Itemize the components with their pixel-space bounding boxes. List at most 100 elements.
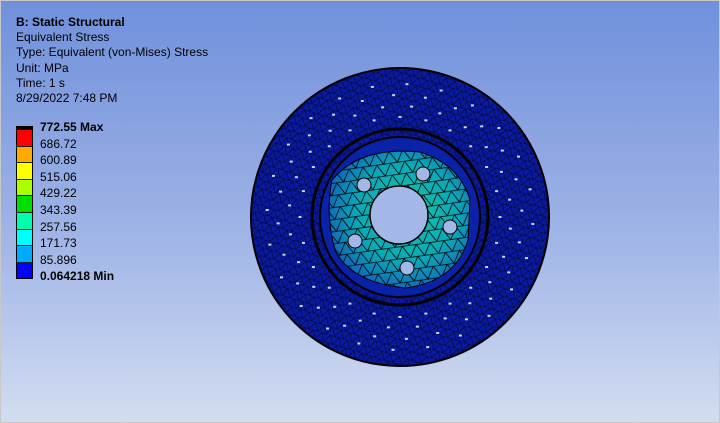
drilled-hole [528,188,532,191]
hub-stress-region [328,150,471,289]
drilled-hole [328,129,332,132]
drilled-hole [488,281,492,284]
drilled-hole [372,119,376,122]
analysis-title: B: Static Structural [16,15,125,29]
legend-swatch [17,212,32,230]
bolt-hole [415,166,431,182]
drilled-hole [398,316,402,318]
drilled-hole [423,96,427,99]
drilled-hole [268,243,272,246]
legend-swatch [17,146,32,164]
drilled-hole [326,327,330,330]
drilled-hole [307,134,311,137]
drilled-hole [495,241,499,244]
drilled-hole [520,209,524,212]
drilled-hole [508,227,512,230]
bolt-hole [356,177,372,193]
drilled-hole [510,288,514,291]
drilled-hole [517,241,521,244]
drilled-hole [485,166,489,168]
drilled-hole [469,145,473,148]
drilled-hole [373,335,377,338]
legend-label: 85.896 [40,252,77,267]
drilled-hole [312,285,316,288]
drilled-hole [348,129,352,132]
drilled-hole [500,149,504,152]
drilled-hole [480,125,484,128]
legend-swatch [17,130,32,147]
drilled-hole [297,261,301,264]
result-type: Type: Equivalent (von-Mises) Stress [16,45,209,60]
drilled-hole [436,332,440,335]
drilled-hole [279,190,283,193]
drilled-hole [286,143,290,146]
drilled-hole [327,286,331,289]
drilled-hole [524,257,528,260]
drilled-hole [386,326,390,329]
legend-label: 429.22 [40,186,77,201]
bolt-hole [442,219,458,235]
center-bore [369,185,429,245]
drilled-hole [311,166,315,168]
drilled-hole [360,99,364,102]
drilled-hole [289,160,293,163]
legend-swatch [17,229,32,247]
drilled-hole [288,204,292,207]
drilled-hole [497,127,501,130]
drilled-hole [507,271,511,274]
drilled-hole [484,146,488,149]
legend-swatch [17,163,32,180]
drilled-hole [426,346,430,349]
legend-label: 171.73 [40,236,77,251]
result-time: Time: 1 s [16,75,65,90]
legend-swatch [17,262,32,279]
drilled-hole [370,85,374,88]
drilled-hole [372,312,376,315]
drilled-hole [392,94,396,97]
drilled-hole [294,176,298,179]
drilled-hole [424,119,428,122]
drilled-hole [438,112,442,115]
drilled-hole [308,150,312,153]
bolt-hole [347,233,363,249]
drilled-hole [358,319,362,322]
legend-label: 515.06 [40,169,77,184]
drilled-hole [498,216,502,218]
bolt-hole [399,260,415,276]
drilled-hole [517,155,521,158]
drilled-hole [282,253,286,256]
drilled-hole [299,304,303,307]
drilled-hole [398,116,402,118]
drilled-hole [333,305,337,308]
drilled-hole [357,342,361,345]
legend-label: 600.89 [40,153,77,168]
legend-label: 0.064218 Min [40,269,115,284]
legend-color-bar [16,126,33,280]
drilled-hole [348,302,352,305]
legend-label: 257.56 [40,219,77,234]
drilled-hole [276,222,280,225]
drilled-hole [327,145,331,148]
drilled-hole [415,325,419,328]
drilled-hole [265,209,269,212]
drilled-hole [301,190,305,193]
drilled-hole [499,170,503,173]
drilled-hole [453,107,457,110]
legend-label: 772.55 Max [40,120,104,134]
drilled-hole [279,276,283,279]
drilled-hole [468,302,472,305]
drilled-hole [316,306,320,309]
drilled-hole [489,297,493,300]
drilled-hole [309,117,313,120]
drilled-hole [443,317,447,320]
drilled-hole [487,314,491,317]
drilled-hole [288,233,292,236]
drilled-hole [391,348,395,351]
drilled-hole [439,89,443,92]
result-date: 8/29/2022 7:48 PM [16,91,118,106]
drilled-hole [485,266,489,268]
drilled-hole [464,318,468,321]
drilled-hole [424,312,428,315]
legend-label: 686.72 [40,136,77,151]
result-name: Equivalent Stress [16,30,110,45]
